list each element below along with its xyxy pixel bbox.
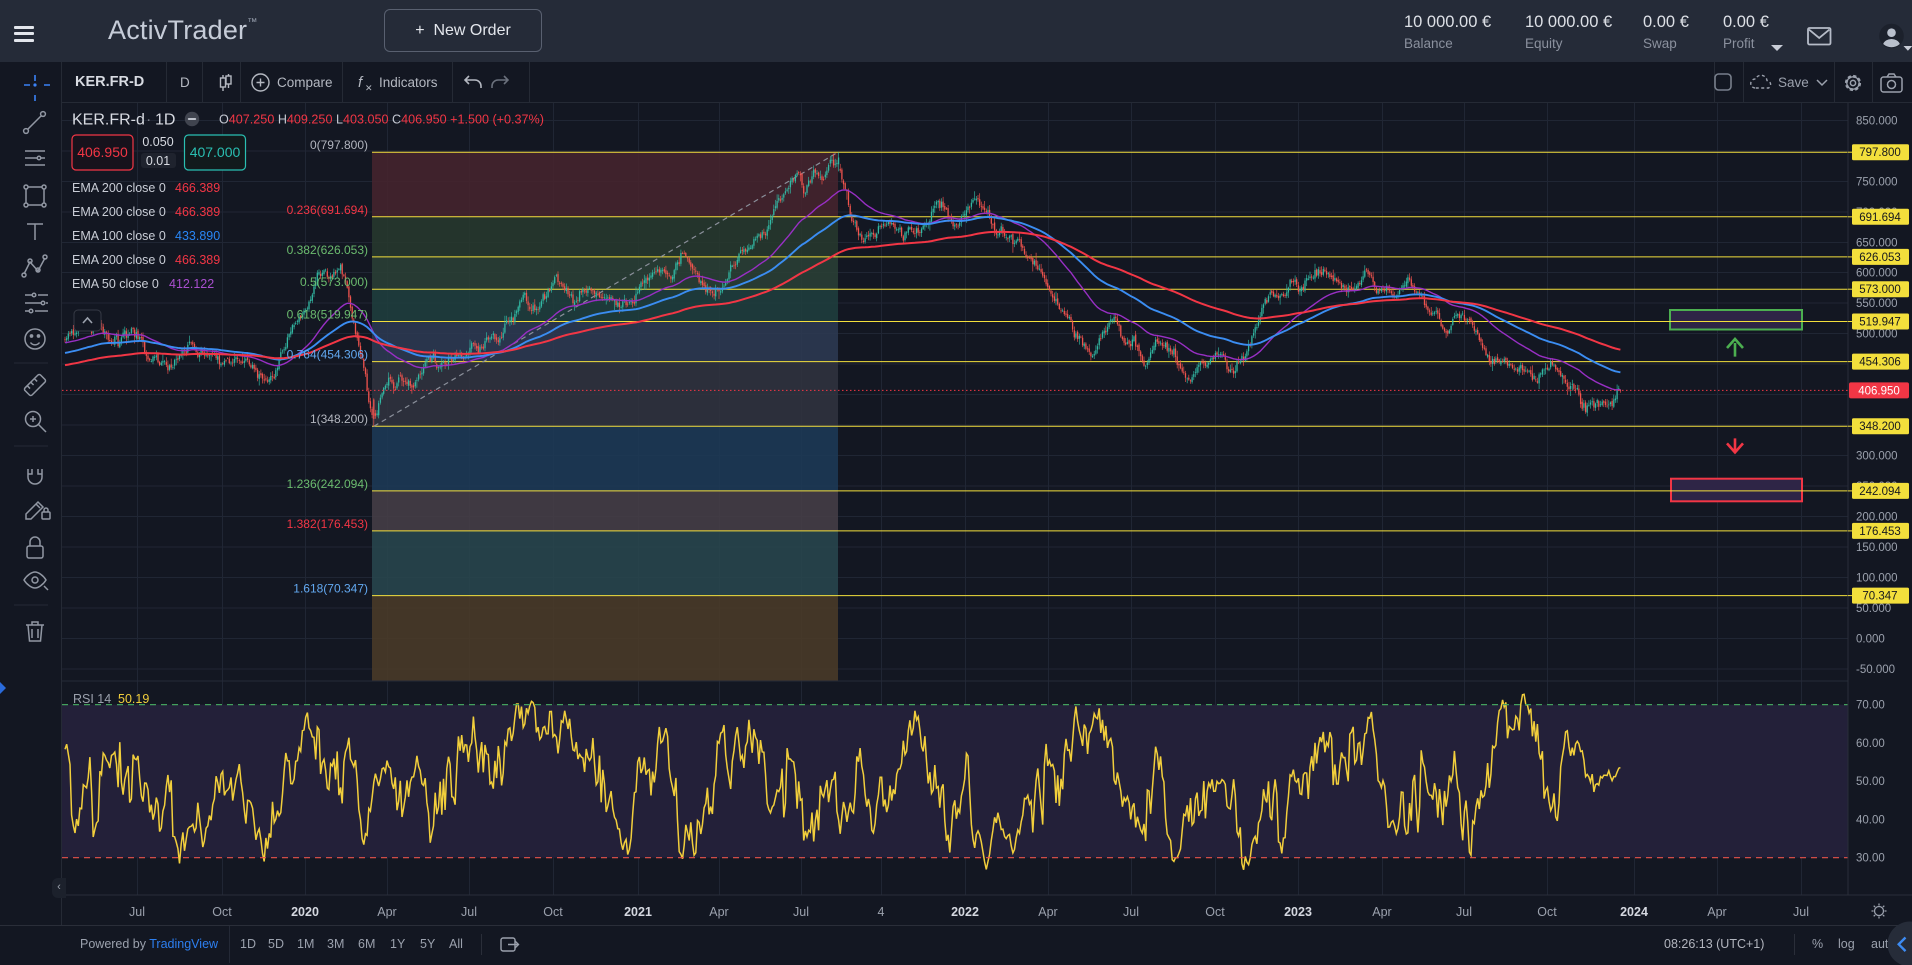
svg-text:1.236(242.094): 1.236(242.094) [287,477,368,491]
svg-text:100.000: 100.000 [1856,573,1898,585]
svg-text:70.347: 70.347 [1862,591,1897,603]
svg-text:Apr: Apr [709,905,728,919]
svg-text:Oct: Oct [543,905,563,919]
svg-text:2021: 2021 [624,905,652,919]
svg-text:50.19: 50.19 [118,692,149,706]
svg-text:466.389: 466.389 [175,253,220,267]
svg-text:0.764(454.306): 0.764(454.306) [287,348,368,362]
svg-text:O407.250 H409.250 L403.050 C40: O407.250 H409.250 L403.050 C406.950 +1.5… [219,113,544,127]
svg-text:Oct: Oct [1205,905,1225,919]
svg-text:750.000: 750.000 [1856,176,1898,188]
svg-text:519.947: 519.947 [1859,317,1901,329]
svg-text:Jul: Jul [793,905,809,919]
svg-text:EMA 200 close 0: EMA 200 close 0 [72,253,166,267]
svg-text:EMA 200 close 0: EMA 200 close 0 [72,205,166,219]
svg-text:70.00: 70.00 [1856,700,1885,712]
svg-text:KER.FR-d: KER.FR-d [72,112,145,129]
svg-text:f: f [358,74,364,91]
svg-text:0.618(519.947): 0.618(519.947) [287,308,368,322]
svg-text:Jul: Jul [1123,905,1139,919]
svg-text:60.00: 60.00 [1856,738,1885,750]
svg-text:2024: 2024 [1620,905,1648,919]
svg-text:691.694: 691.694 [1859,212,1901,224]
svg-text:RSI 14: RSI 14 [73,692,111,706]
svg-text:0.382(626.053): 0.382(626.053) [287,243,368,257]
svg-text:✕: ✕ [365,83,373,93]
svg-text:0.01: 0.01 [146,154,170,168]
svg-text:4: 4 [878,905,885,919]
svg-text:406.950: 406.950 [77,144,128,160]
svg-text:797.800: 797.800 [1859,147,1901,159]
svg-text:2023: 2023 [1284,905,1312,919]
svg-text:1D: 1D [155,112,175,129]
svg-text:433.890: 433.890 [175,229,220,243]
svg-text:·: · [146,112,151,129]
svg-text:Apr: Apr [1372,905,1391,919]
svg-text:650.000: 650.000 [1856,237,1898,249]
svg-text:30.00: 30.00 [1856,853,1885,865]
svg-text:40.00: 40.00 [1856,814,1885,826]
svg-text:626.053: 626.053 [1859,252,1901,264]
svg-text:2022: 2022 [951,905,979,919]
svg-text:0.050: 0.050 [142,135,173,149]
svg-text:573.000: 573.000 [1859,284,1901,296]
svg-text:406.950: 406.950 [1858,385,1900,397]
svg-text:Oct: Oct [212,905,232,919]
svg-text:Jul: Jul [1456,905,1472,919]
svg-text:412.122: 412.122 [169,277,214,291]
svg-text:Jul: Jul [1793,905,1809,919]
svg-text:466.389: 466.389 [175,205,220,219]
svg-text:500.000: 500.000 [1856,329,1898,341]
svg-text:300.000: 300.000 [1856,451,1898,463]
svg-text:454.306: 454.306 [1859,357,1901,369]
svg-text:1(348.200): 1(348.200) [310,412,368,426]
svg-text:200.000: 200.000 [1856,512,1898,524]
svg-text:Oct: Oct [1537,905,1557,919]
svg-text:-50.000: -50.000 [1856,664,1895,676]
svg-text:466.389: 466.389 [175,181,220,195]
svg-text:50.000: 50.000 [1856,603,1891,615]
svg-text:1.618(70.347): 1.618(70.347) [293,582,368,596]
svg-text:0.000: 0.000 [1856,634,1885,646]
svg-text:150.000: 150.000 [1856,542,1898,554]
svg-text:Jul: Jul [461,905,477,919]
svg-text:Apr: Apr [1707,905,1726,919]
svg-text:0.5(573.000): 0.5(573.000) [300,275,368,289]
svg-text:176.453: 176.453 [1859,526,1901,538]
svg-text:EMA 200 close 0: EMA 200 close 0 [72,181,166,195]
svg-text:Jul: Jul [129,905,145,919]
svg-text:Apr: Apr [377,905,396,919]
svg-text:407.000: 407.000 [190,144,241,160]
svg-text:600.000: 600.000 [1856,268,1898,280]
svg-text:0.236(691.694): 0.236(691.694) [287,203,368,217]
svg-text:EMA 50 close 0: EMA 50 close 0 [72,277,159,291]
svg-text:1.382(176.453): 1.382(176.453) [287,517,368,531]
svg-text:2020: 2020 [291,905,319,919]
svg-text:50.00: 50.00 [1856,776,1885,788]
svg-text:242.094: 242.094 [1859,486,1901,498]
svg-text:EMA 100 close 0: EMA 100 close 0 [72,229,166,243]
svg-text:0(797.800): 0(797.800) [310,138,368,152]
svg-text:Apr: Apr [1038,905,1057,919]
svg-text:550.000: 550.000 [1856,298,1898,310]
svg-text:348.200: 348.200 [1859,421,1901,433]
svg-text:850.000: 850.000 [1856,115,1898,127]
